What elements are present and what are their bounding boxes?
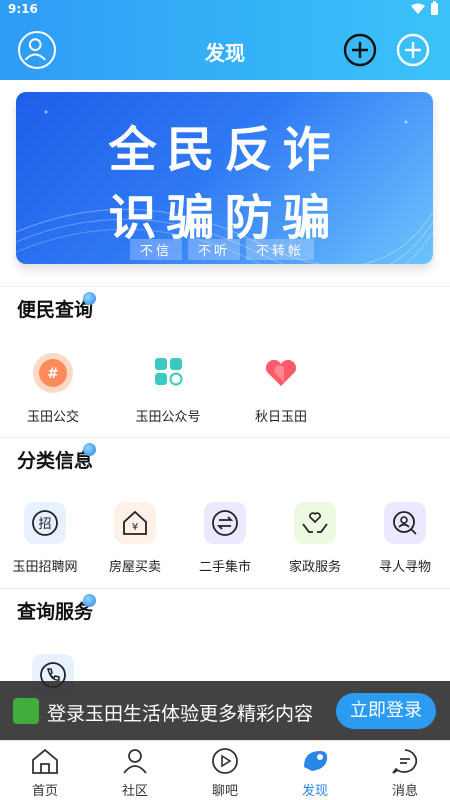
new-badge-dot [83, 443, 96, 456]
banner-tag: 不转帐 [246, 239, 315, 260]
service-item[interactable]: 玉田公众号 [123, 352, 213, 425]
apps-icon [147, 352, 189, 394]
nav-tab-messages[interactable]: 消息 [360, 741, 450, 800]
house-icon: ¥ [114, 502, 156, 544]
category-label: 家政服务 [288, 560, 341, 575]
bus-icon: # [32, 352, 74, 394]
status-icons [411, 1, 438, 15]
category-label: 房屋买卖 [108, 560, 161, 575]
svg-text:¥: ¥ [132, 522, 138, 533]
divider [0, 588, 450, 589]
category-item[interactable]: 寻人寻物 [360, 502, 450, 575]
nav-tab-community[interactable]: 社区 [90, 741, 180, 800]
nav-label: 聊吧 [211, 784, 238, 799]
nav-label: 首页 [31, 784, 58, 799]
new-badge-dot [83, 594, 96, 607]
nav-tab-chat[interactable]: 聊吧 [180, 741, 270, 800]
message-icon [392, 749, 418, 774]
home-icon [32, 748, 58, 774]
page-title: 发现 [205, 41, 245, 65]
banner-tag: 不听 [188, 239, 241, 260]
community-icon [123, 749, 147, 774]
section-title: 分类信息 [17, 450, 94, 472]
login-button[interactable]: 立即登录 [336, 693, 436, 729]
app-logo-icon [13, 698, 39, 724]
service-label: 玉田公众号 [135, 410, 201, 425]
banner-tags: 不信 不听 不转帐 [130, 239, 315, 260]
top-bar: 9:16 发现 [0, 0, 450, 80]
login-prompt-text: 登录玉田生活体验更多精彩内容 [47, 703, 314, 725]
add-button[interactable] [343, 33, 377, 67]
new-badge-dot [83, 292, 96, 305]
category-label: 玉田招聘网 [12, 560, 78, 575]
category-item[interactable]: 二手集市 [180, 502, 270, 575]
heart-icon [260, 352, 302, 394]
anti-fraud-banner[interactable]: 全民反诈 识骗防骗 不信 不听 不转帐 [16, 92, 433, 264]
divider [0, 437, 450, 438]
service-item[interactable]: # 玉田公交 [8, 352, 98, 425]
chat-icon [212, 748, 238, 774]
service-label: 秋日玉田 [254, 410, 307, 425]
category-item[interactable]: 招 玉田招聘网 [0, 502, 90, 575]
nav-label: 发现 [301, 784, 328, 799]
banner-headline-1: 全民反诈 [108, 122, 341, 178]
battery-icon [431, 1, 438, 15]
category-item[interactable]: ¥ 房屋买卖 [90, 502, 180, 575]
svg-text:招: 招 [38, 517, 51, 532]
divider [0, 286, 450, 287]
category-label: 二手集市 [198, 560, 251, 575]
section-title: 便民查询 [17, 299, 94, 321]
nav-label: 社区 [121, 784, 148, 799]
banner-tag: 不信 [130, 239, 183, 260]
care-icon [294, 502, 336, 544]
service-label: 玉田公交 [26, 410, 79, 425]
add-plus-icon[interactable] [396, 33, 430, 67]
exchange-icon [204, 502, 246, 544]
recruit-icon: 招 [24, 502, 66, 544]
nav-tab-discover[interactable]: 发现 [270, 741, 360, 800]
bottom-nav: 首页 社区 聊吧 发现 消息 [0, 740, 450, 800]
service-item[interactable]: 秋日玉田 [236, 352, 326, 425]
nav-tab-home[interactable]: 首页 [0, 741, 90, 800]
category-item[interactable]: 家政服务 [270, 502, 360, 575]
login-prompt-bar: 登录玉田生活体验更多精彩内容 立即登录 [0, 681, 450, 740]
category-label: 寻人寻物 [378, 560, 431, 575]
banner-headline-2: 识骗防骗 [108, 190, 341, 246]
wifi-icon [411, 3, 425, 14]
discover-icon [304, 751, 328, 771]
svg-text:#: # [47, 366, 59, 382]
nav-label: 消息 [391, 784, 418, 799]
status-time: 9:16 [8, 2, 38, 16]
status-bar: 9:16 [0, 0, 450, 20]
search-person-icon [384, 502, 426, 544]
section-title: 查询服务 [17, 601, 94, 623]
